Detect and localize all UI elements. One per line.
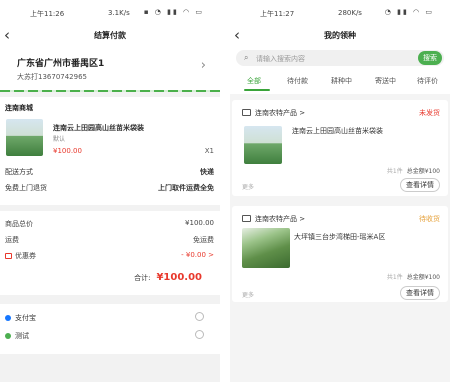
order-item-section: 连南商城 连南云上田园高山丝苗米袋装 默认 ¥100.00 X1 配送方式 快递… [0, 97, 220, 205]
goods-total-value: ¥100.00 [185, 219, 214, 227]
status-time: 上午11:27 [260, 10, 295, 18]
total-label: 合计: [134, 274, 151, 282]
address-line: 广东省广州市番禺区1 [17, 59, 105, 69]
my-orders-screen: 上午11:27 280K/s ◔ ▮▮ ◠ ▭ ‹ 我的领种 ⌕ 请输入搜索内容… [230, 0, 450, 382]
freight-value: 免运费 [193, 236, 214, 244]
signal-wifi-battery-icon: ◔ ▮▮ ◠ ▭ [384, 8, 434, 16]
order-card[interactable]: 连南农特产品 > 待收货 大坪镇三台步湾梯田-瑶米A区 共1件 总金额¥100 更… [232, 206, 448, 302]
order-count-total: 共1件 总金额¥100 [387, 166, 440, 175]
tab-pending-payment[interactable]: 待付款 [287, 76, 308, 86]
freight-label: 运费 [5, 236, 19, 244]
store-name: 连南农特产品 > [255, 215, 306, 223]
payment-label: 测试 [15, 332, 29, 340]
payment-label: 支付宝 [15, 314, 36, 322]
test-pay-icon [5, 333, 11, 339]
product-spec: 默认 [53, 136, 66, 143]
payment-option-test[interactable]: 测试 [5, 331, 29, 341]
delivery-value: 快递 [200, 168, 214, 176]
coupon-label: 优惠券 [15, 252, 36, 260]
network-speed: 3.1K/s [108, 9, 130, 17]
goods-total-row: 商品总价 ¥100.00 [5, 219, 214, 229]
page-title: 我的领种 [324, 31, 356, 40]
test-radio[interactable] [195, 330, 204, 339]
coupon-value: - ¥0.00 > [181, 251, 214, 259]
price-summary: 商品总价 ¥100.00 运费 免运费 优惠券 - ¥0.00 > 合计: ¥10… [0, 211, 220, 295]
order-card[interactable]: 连南农特产品 > 未发货 连南云上田园高山丝苗米袋装 共1件 总金额¥100 更多… [232, 100, 448, 196]
status-bar: 上午11:27 280K/s ◔ ▮▮ ◠ ▭ [230, 0, 450, 24]
store-icon [242, 215, 251, 222]
coupon-row[interactable]: 优惠券 - ¥0.00 > [5, 251, 214, 261]
order-count-total: 共1件 总金额¥100 [387, 272, 440, 281]
status-time: 上午11:26 [30, 10, 65, 18]
return-row: 免费上门退货 上门取件运费全免 [5, 183, 214, 193]
view-details-button[interactable]: 查看详情 [400, 286, 440, 300]
search-icon: ⌕ [244, 53, 249, 62]
tab-to-review[interactable]: 待评价 [417, 76, 438, 86]
chevron-right-icon: › [200, 58, 206, 73]
item-count: 共1件 [386, 168, 403, 175]
product-thumbnail [242, 228, 290, 268]
product-price: ¥100.00 [53, 147, 82, 155]
item-count: 共1件 [386, 274, 403, 281]
active-tab-indicator [244, 89, 270, 91]
store-icon [242, 109, 251, 116]
store-name: 连南农特产品 > [255, 109, 306, 117]
address-card[interactable]: 广东省广州市番禺区1 大苏打13670742965 › [0, 48, 220, 92]
delivery-label: 配送方式 [5, 168, 33, 176]
order-amount: 总金额¥100 [406, 168, 440, 175]
total-value: ¥100.00 [156, 272, 202, 283]
tab-farming[interactable]: 耕种中 [331, 76, 352, 86]
payment-methods: 支付宝 测试 [0, 304, 220, 354]
product-thumbnail [244, 126, 282, 164]
payment-option-alipay[interactable]: 支付宝 [5, 313, 36, 323]
network-speed: 280K/s [338, 9, 362, 17]
address-stripe-divider [0, 90, 220, 92]
order-status: 未发货 [419, 109, 440, 117]
search-button[interactable]: 搜索 [418, 51, 442, 65]
order-tabs: 全部 待付款 耕种中 寄送中 待评价 [230, 70, 450, 94]
freight-row: 运费 免运费 [5, 235, 214, 245]
return-value: 上门取件运费全免 [158, 184, 214, 192]
order-total: 合计: ¥100.00 [134, 272, 202, 283]
delivery-row[interactable]: 配送方式 快递 [5, 167, 214, 177]
search-placeholder: 请输入搜索内容 [256, 55, 305, 63]
recipient-contact: 大苏打13670742965 [17, 73, 87, 81]
product-name: 连南云上田园高山丝苗米袋装 [53, 124, 144, 132]
goods-total-label: 商品总价 [5, 220, 33, 228]
alipay-icon [5, 315, 11, 321]
return-label: 免费上门退货 [5, 184, 47, 192]
order-status: 待收货 [419, 215, 440, 223]
page-title: 结算付款 [94, 31, 126, 40]
status-bar: 上午11:26 3.1K/s ▪ ◔ ▮▮ ◠ ▭ [0, 0, 220, 24]
store-link[interactable]: 连南农特产品 > [242, 108, 305, 118]
navigation-bar: ‹ 结算付款 [0, 24, 220, 48]
navigation-bar: ‹ 我的领种 [230, 24, 450, 48]
checkout-screen: 上午11:26 3.1K/s ▪ ◔ ▮▮ ◠ ▭ ‹ 结算付款 广东省广州市番… [0, 0, 220, 382]
view-details-button[interactable]: 查看详情 [400, 178, 440, 192]
order-amount: 总金额¥100 [406, 274, 440, 281]
more-link[interactable]: 更多 [242, 290, 254, 299]
tab-all[interactable]: 全部 [247, 76, 261, 86]
alipay-radio[interactable] [195, 312, 204, 321]
product-quantity: X1 [204, 147, 214, 155]
tab-shipping[interactable]: 寄送中 [375, 76, 396, 86]
signal-wifi-battery-icon: ▪ ◔ ▮▮ ◠ ▭ [143, 8, 204, 16]
more-link[interactable]: 更多 [242, 182, 254, 191]
search-bar: ⌕ 请输入搜索内容 搜索 [230, 48, 450, 70]
product-name: 大坪镇三台步湾梯田-瑶米A区 [294, 233, 386, 241]
store-link[interactable]: 连南农特产品 > [242, 214, 305, 224]
coupon-icon [5, 253, 12, 259]
product-thumbnail [6, 119, 43, 156]
shop-name: 连南商城 [5, 104, 33, 112]
product-name: 连南云上田园高山丝苗米袋装 [292, 127, 383, 135]
